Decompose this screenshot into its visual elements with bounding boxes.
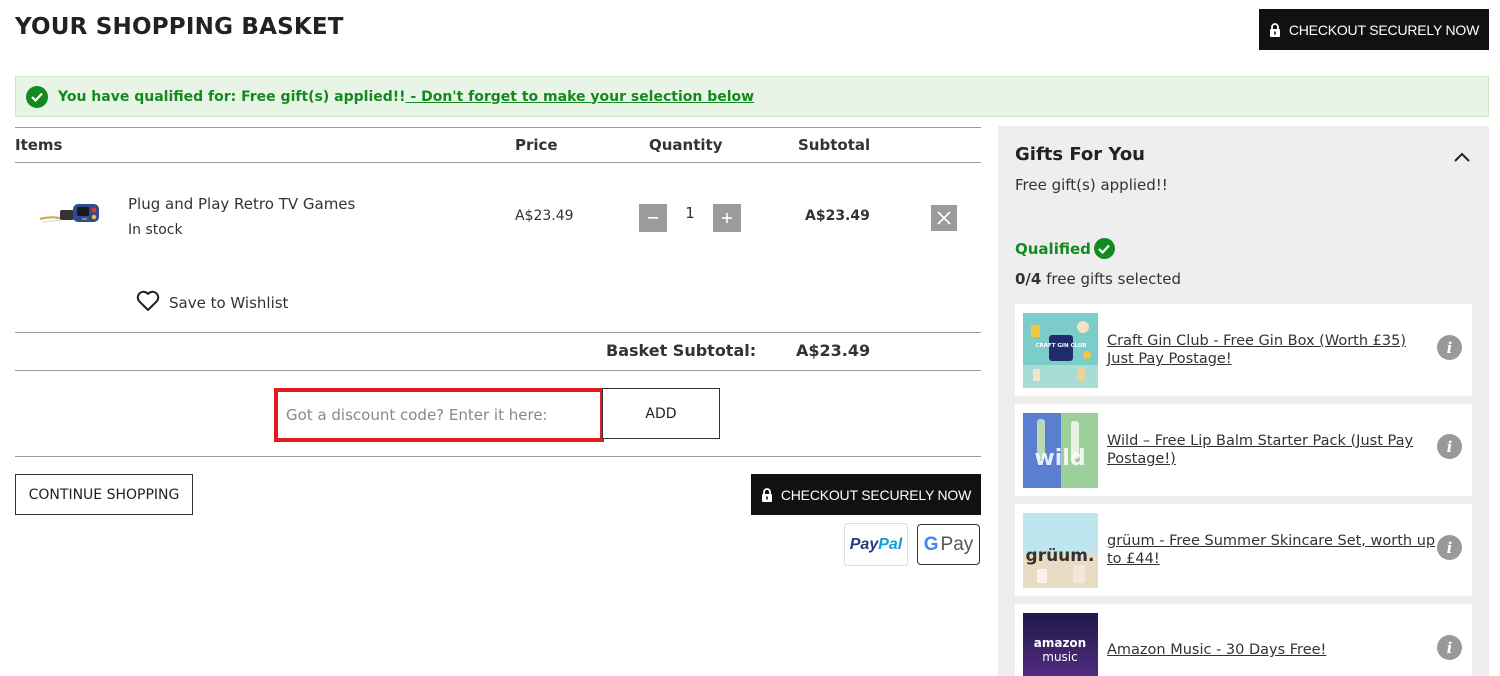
paypal-button[interactable]: Pay Pal — [844, 523, 908, 566]
info-icon[interactable]: i — [1437, 335, 1462, 360]
lock-icon — [761, 487, 773, 502]
info-icon[interactable]: i — [1437, 434, 1462, 459]
svg-text:CRAFT GIN CLUB: CRAFT GIN CLUB — [1035, 343, 1086, 349]
divider — [15, 456, 981, 457]
check-circle-icon — [1093, 238, 1115, 259]
gift-link[interactable]: Amazon Music - 30 Days Free! — [1107, 641, 1437, 659]
column-header-subtotal: Subtotal — [798, 136, 871, 154]
svg-text:amazon: amazon — [1034, 636, 1086, 650]
wishlist-label: Save to Wishlist — [169, 294, 289, 312]
item-price: A$23.49 — [515, 208, 574, 224]
checkout-securely-button-top[interactable]: CHECKOUT SECURELY NOW — [1259, 9, 1489, 50]
qualified-label: Qualified — [1015, 239, 1091, 258]
gifts-subtitle: Free gift(s) applied!! — [1015, 176, 1168, 194]
item-subtotal: A$23.49 — [805, 208, 870, 224]
chevron-up-icon[interactable] — [1453, 148, 1471, 162]
basket-subtotal-value: A$23.49 — [796, 341, 871, 360]
gift-link[interactable]: Craft Gin Club - Free Gin Box (Worth £35… — [1107, 332, 1437, 368]
stock-status: In stock — [128, 222, 183, 238]
gift-thumbnail: amazon music — [1023, 613, 1098, 676]
column-header-price: Price — [515, 136, 558, 154]
svg-text:grüum.: grüum. — [1026, 546, 1095, 566]
quantity-value[interactable]: 1 — [676, 204, 704, 222]
gift-link[interactable]: grüum - Free Summer Skincare Set, worth … — [1107, 532, 1437, 568]
gift-card[interactable]: grüum. grüum - Free Summer Skincare Set,… — [1015, 504, 1472, 596]
qualified-text: You have qualified for: Free gift(s) app… — [58, 88, 406, 105]
gift-thumbnail: wild — [1023, 413, 1098, 488]
column-header-items: Items — [15, 136, 63, 154]
close-icon — [937, 211, 951, 225]
column-header-quantity: Quantity — [649, 136, 723, 154]
divider — [15, 162, 981, 163]
quantity-increase-button[interactable] — [713, 204, 741, 232]
lock-icon — [1269, 22, 1281, 37]
discount-code-input[interactable] — [274, 388, 604, 442]
checkout-securely-button-bottom[interactable]: CHECKOUT SECURELY NOW — [751, 474, 981, 515]
divider — [15, 370, 981, 371]
product-image[interactable] — [38, 194, 110, 234]
info-icon[interactable]: i — [1437, 635, 1462, 660]
page-title: YOUR SHOPPING BASKET — [15, 14, 344, 40]
paypal-logo-pal: Pal — [878, 535, 903, 553]
check-circle-icon — [26, 85, 48, 108]
gift-thumbnail: grüum. — [1023, 513, 1098, 588]
gift-link[interactable]: Wild – Free Lip Balm Starter Pack (Just … — [1107, 432, 1437, 468]
divider — [15, 127, 981, 128]
checkout-label: CHECKOUT SECURELY NOW — [780, 486, 972, 503]
gift-thumbnail: CRAFT GIN CLUB — [1023, 313, 1098, 388]
heart-icon — [136, 290, 160, 316]
qualified-status: Qualified — [1015, 238, 1115, 259]
qualified-banner: You have qualified for: Free gift(s) app… — [15, 76, 1489, 117]
gpay-label: Pay — [940, 533, 974, 555]
continue-shopping-button[interactable]: CONTINUE SHOPPING — [15, 474, 193, 515]
gifts-panel: Gifts For You Free gift(s) applied!! Qua… — [998, 126, 1489, 676]
product-name[interactable]: Plug and Play Retro TV Games — [128, 195, 355, 213]
make-selection-link[interactable]: - Don't forget to make your selection be… — [406, 89, 754, 105]
divider — [15, 332, 981, 333]
gift-card[interactable]: amazon music Amazon Music - 30 Days Free… — [1015, 604, 1472, 676]
quantity-decrease-button[interactable] — [639, 204, 667, 232]
checkout-label: CHECKOUT SECURELY NOW — [1288, 21, 1480, 38]
info-icon[interactable]: i — [1437, 535, 1462, 560]
svg-text:wild: wild — [1034, 446, 1085, 471]
svg-text:music: music — [1042, 650, 1077, 664]
basket-subtotal-label: Basket Subtotal: — [606, 341, 757, 360]
paypal-logo-pay: Pay — [849, 535, 879, 553]
google-g-icon: G — [923, 533, 939, 555]
gifts-title: Gifts For You — [1015, 144, 1145, 165]
remove-item-button[interactable] — [931, 205, 957, 231]
gift-card[interactable]: CRAFT GIN CLUB Craft Gin Club - Free Gin… — [1015, 304, 1472, 396]
google-pay-button[interactable]: G Pay — [917, 524, 980, 565]
add-discount-button[interactable]: ADD — [602, 388, 720, 439]
gift-card[interactable]: wild Wild – Free Lip Balm Starter Pack (… — [1015, 404, 1472, 496]
save-to-wishlist-button[interactable]: Save to Wishlist — [136, 290, 288, 316]
gift-selected-count: 0/4 free gifts selected — [1015, 270, 1181, 288]
